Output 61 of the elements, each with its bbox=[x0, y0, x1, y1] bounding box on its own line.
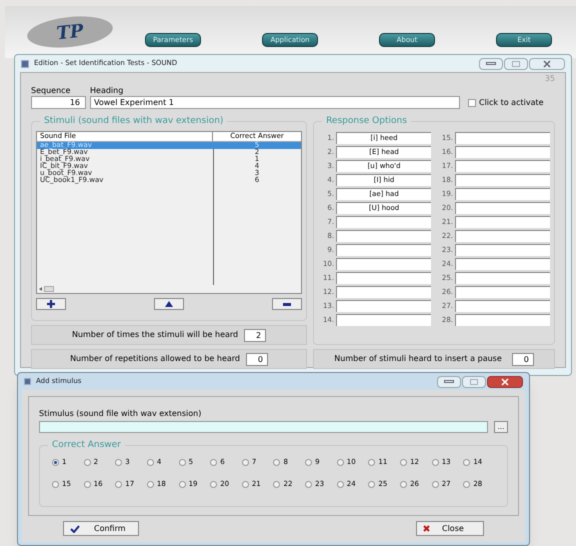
counter-text: 35 bbox=[544, 73, 555, 85]
close-dialog-button[interactable]: Close bbox=[416, 521, 484, 536]
number-field[interactable]: 2 bbox=[244, 328, 266, 342]
maximize-button[interactable] bbox=[504, 58, 528, 70]
option-field[interactable] bbox=[455, 132, 550, 144]
minus-icon bbox=[283, 302, 292, 306]
move-up-button[interactable] bbox=[154, 298, 184, 310]
triangle-icon bbox=[165, 301, 174, 307]
scrollbar-thumb[interactable] bbox=[44, 286, 54, 292]
close-icon bbox=[501, 378, 509, 386]
heading-field[interactable]: Vowel Experiment 1 bbox=[90, 96, 460, 109]
option-field[interactable] bbox=[455, 244, 550, 256]
option-field[interactable] bbox=[455, 202, 550, 214]
remove-button[interactable] bbox=[272, 298, 302, 310]
option-field[interactable] bbox=[455, 272, 550, 284]
setting-label: Number of times the stimuli will be heard bbox=[72, 329, 238, 341]
option-field[interactable] bbox=[455, 230, 550, 242]
option-field[interactable] bbox=[455, 188, 550, 200]
option-field[interactable] bbox=[455, 146, 550, 158]
add-button[interactable] bbox=[36, 298, 66, 310]
option-field[interactable] bbox=[455, 300, 550, 312]
close-icon bbox=[543, 60, 551, 68]
option-field[interactable] bbox=[336, 286, 432, 298]
number-field[interactable]: 0 bbox=[512, 352, 534, 366]
field-label: Heading bbox=[90, 85, 124, 96]
option-field[interactable] bbox=[455, 174, 550, 186]
option-field[interactable] bbox=[455, 216, 550, 228]
setting-label: Number of repetitions allowed to be heard bbox=[70, 353, 240, 365]
window-icon bbox=[24, 378, 31, 385]
close-icon bbox=[423, 525, 430, 532]
checkmark-icon bbox=[70, 524, 80, 532]
group-title: Stimuli (sound files with wav extension) bbox=[40, 115, 228, 127]
minimize-button[interactable] bbox=[479, 58, 503, 70]
plus-icon bbox=[47, 300, 55, 308]
option-field[interactable] bbox=[336, 230, 432, 242]
option-field[interactable] bbox=[455, 258, 550, 270]
option-field[interactable] bbox=[336, 272, 432, 284]
option-field[interactable] bbox=[336, 258, 432, 270]
group-title: Response Options bbox=[322, 115, 411, 127]
maximize-button[interactable] bbox=[462, 376, 486, 388]
close-button[interactable] bbox=[529, 58, 565, 70]
minimize-button[interactable] bbox=[437, 376, 461, 388]
option-field[interactable] bbox=[336, 244, 432, 256]
sequence-field[interactable]: 16 bbox=[31, 96, 86, 109]
activate-checkbox[interactable] bbox=[468, 98, 476, 106]
option-field[interactable] bbox=[336, 300, 432, 312]
option-field[interactable] bbox=[455, 286, 550, 298]
option-field[interactable] bbox=[336, 216, 432, 228]
field-label: Sequence bbox=[31, 85, 72, 96]
option-field[interactable] bbox=[455, 314, 550, 326]
stimulus-field[interactable] bbox=[39, 421, 488, 433]
number-field[interactable]: 0 bbox=[246, 352, 268, 366]
confirm-button[interactable]: Confirm bbox=[63, 521, 139, 536]
scroll-left-icon bbox=[39, 287, 42, 291]
option-field[interactable] bbox=[336, 314, 432, 326]
field-label: Stimulus (sound file with wav extension) bbox=[39, 409, 202, 419]
window-icon bbox=[21, 60, 29, 68]
close-button[interactable] bbox=[487, 376, 523, 388]
setting-label: Number of stimuli heard to insert a pause bbox=[334, 353, 502, 365]
option-field[interactable] bbox=[455, 160, 550, 172]
checkbox-label: Click to activate bbox=[479, 96, 544, 108]
